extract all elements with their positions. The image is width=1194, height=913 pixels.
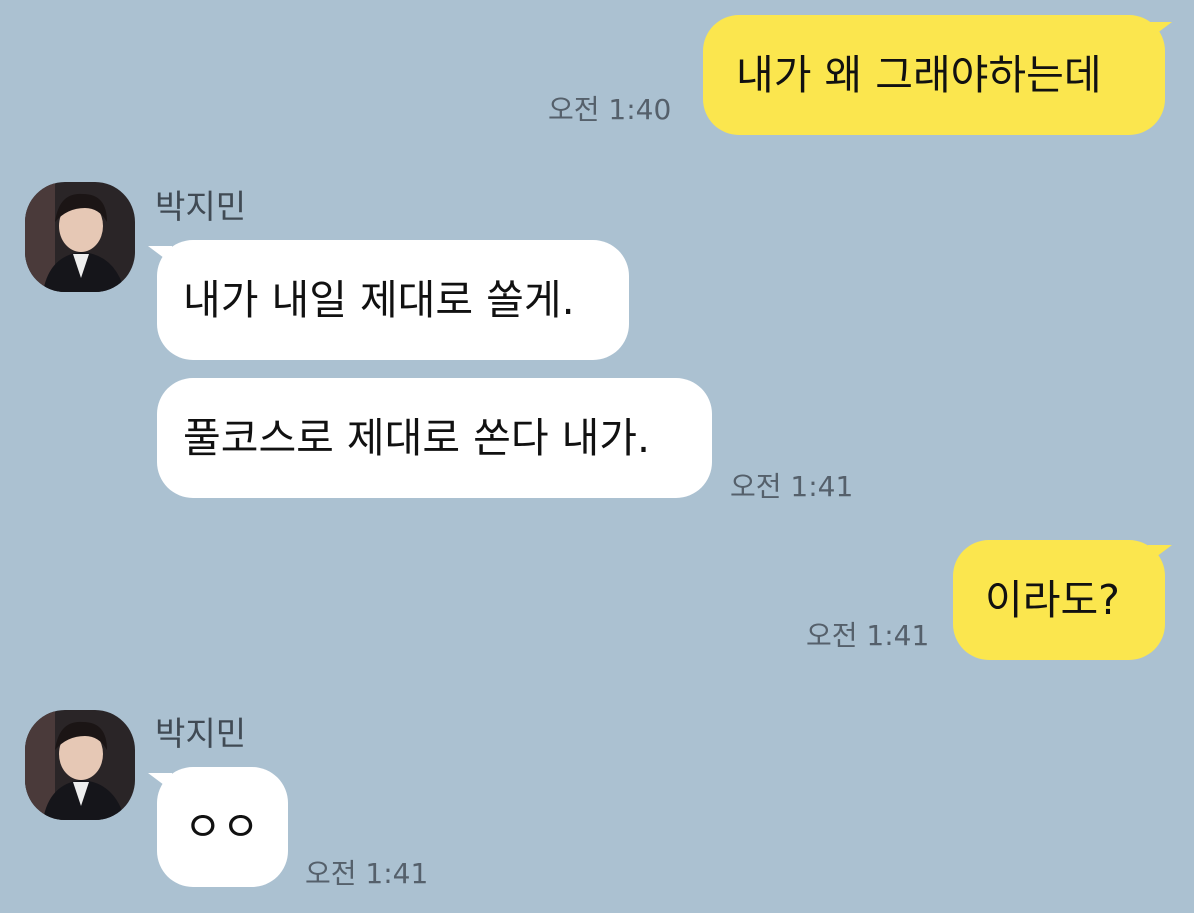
- profile-photo-icon: [25, 710, 135, 820]
- message-timestamp: 오전 1:41: [305, 857, 429, 890]
- message-timestamp: 오전 1:41: [730, 470, 854, 503]
- outgoing-message-bubble[interactable]: 내가 왜 그래야하는데: [703, 15, 1165, 135]
- incoming-message-bubble[interactable]: 풀코스로 제대로 쏜다 내가.: [157, 378, 712, 498]
- incoming-message-bubble[interactable]: ㅇㅇ: [157, 767, 288, 887]
- message-text: 내가 왜 그래야하는데: [736, 50, 1102, 99]
- sender-name: 박지민: [155, 714, 247, 753]
- message-text: 풀코스로 제대로 쏜다 내가.: [183, 413, 651, 462]
- message-timestamp: 오전 1:40: [548, 93, 672, 126]
- sender-name: 박지민: [155, 187, 247, 226]
- profile-avatar[interactable]: [25, 710, 135, 820]
- message-text: 이라도?: [985, 575, 1120, 624]
- message-text: ㅇㅇ: [184, 802, 260, 851]
- message-text: 내가 내일 제대로 쏠게.: [183, 275, 575, 324]
- message-timestamp: 오전 1:41: [806, 619, 930, 652]
- profile-avatar[interactable]: [25, 182, 135, 292]
- incoming-message-bubble[interactable]: 내가 내일 제대로 쏠게.: [157, 240, 629, 360]
- outgoing-message-bubble[interactable]: 이라도?: [953, 540, 1165, 660]
- profile-photo-icon: [25, 182, 135, 292]
